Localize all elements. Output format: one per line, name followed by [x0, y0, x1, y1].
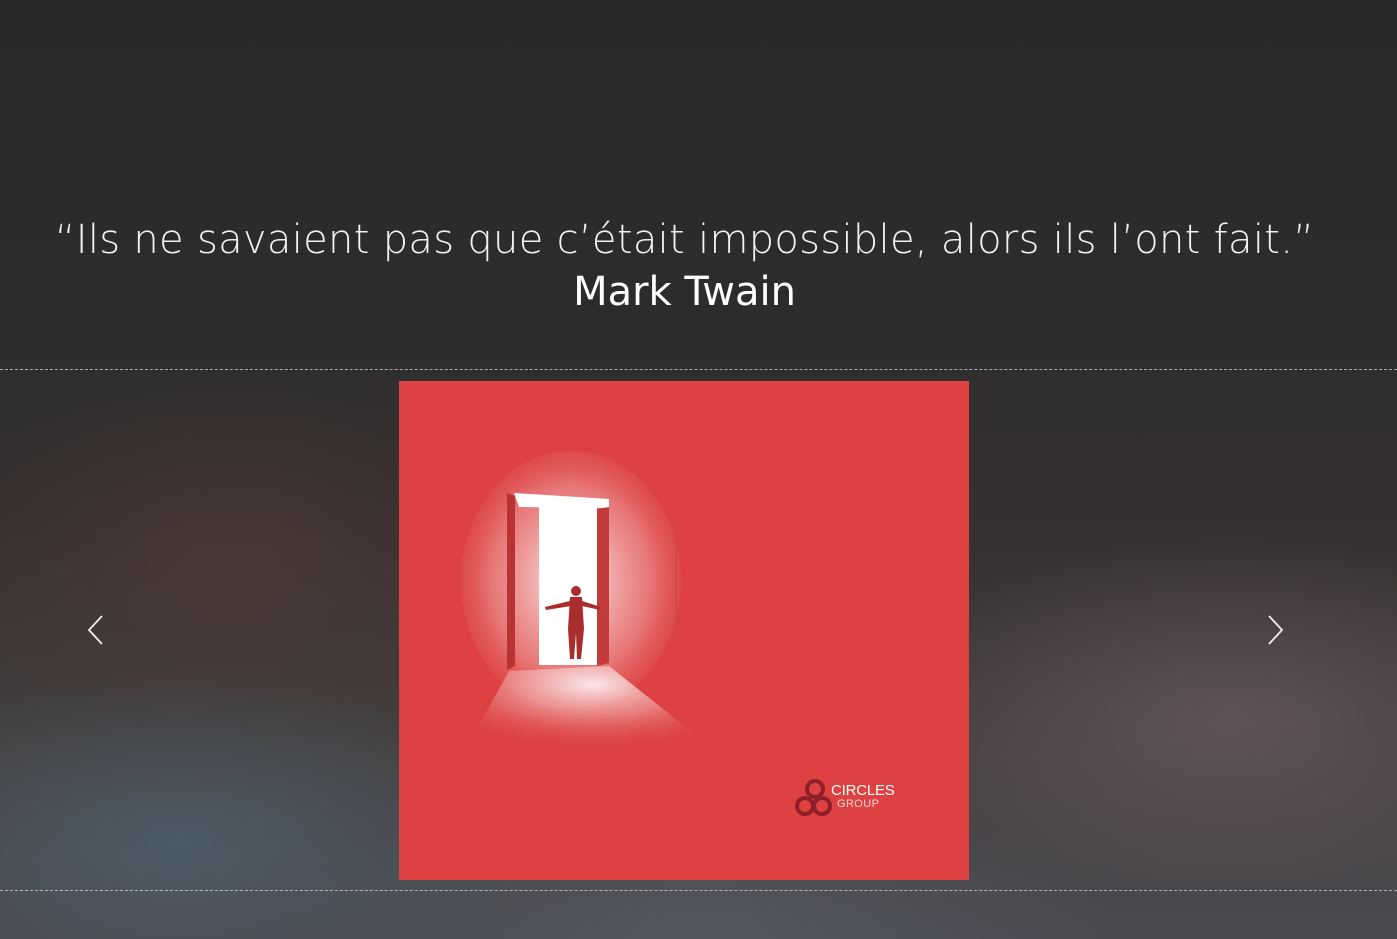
logo-subtitle: GROUP — [837, 798, 880, 810]
circles-logo-mark — [795, 779, 832, 816]
quote-author: Mark Twain — [573, 269, 796, 315]
slide-image: CIRCLES GROUP — [399, 381, 969, 880]
divider-top — [0, 369, 1397, 370]
circles-group-logo: CIRCLES GROUP — [795, 778, 935, 822]
divider-bottom — [0, 890, 1397, 891]
slider-prev-button[interactable] — [82, 612, 112, 648]
chevron-left-icon — [87, 615, 103, 645]
quote-text: “Ils ne savaient pas que c’était impossi… — [54, 217, 1315, 263]
slider-next-button[interactable] — [1259, 612, 1289, 648]
logo-name: CIRCLES — [831, 782, 895, 799]
chevron-right-icon — [1268, 615, 1284, 645]
